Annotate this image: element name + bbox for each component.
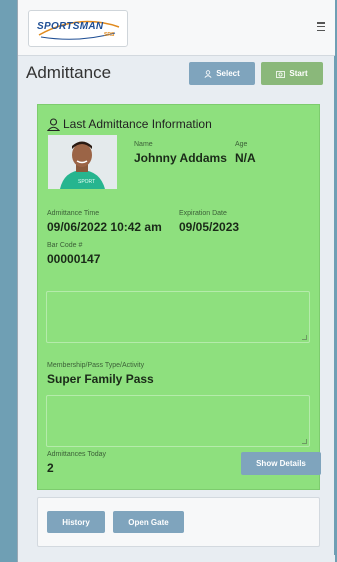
actions-card: History Open Gate	[37, 497, 320, 547]
membership-value: Super Family Pass	[47, 372, 154, 386]
page-title: Admittance	[26, 63, 112, 82]
footer-strip	[18, 555, 335, 562]
expiration-value: 09/05/2023	[179, 220, 240, 234]
logo-sub: SRS	[104, 32, 115, 38]
camera-icon	[276, 70, 286, 78]
barcode-label: Bar Code #	[47, 242, 83, 249]
select-label: Select	[216, 69, 240, 78]
expiration-label: Expiration Date	[179, 210, 227, 217]
admittance-card: Last Admittance Information SPORT Name J…	[37, 104, 321, 490]
resize-handle-icon[interactable]	[302, 335, 307, 340]
card-title-text: Last Admittance Information	[63, 117, 212, 131]
header: SPORTSMAN SRS	[18, 0, 335, 56]
logo-text: SPORTSMAN	[37, 21, 104, 32]
admittance-time-label: Admittance Time	[47, 210, 100, 217]
member-photo: SPORT	[48, 135, 117, 189]
hamburger-icon[interactable]	[317, 22, 325, 31]
pass-notes-textarea[interactable]	[46, 395, 310, 447]
user-icon	[204, 69, 212, 78]
age-label: Age	[235, 141, 248, 148]
start-button[interactable]: Start	[261, 62, 323, 85]
membership-label: Membership/Pass Type/Activity	[47, 362, 145, 369]
today-value: 2	[47, 461, 54, 475]
show-details-button[interactable]: Show Details	[241, 452, 321, 475]
barcode-value: 00000147	[47, 252, 101, 266]
start-label: Start	[289, 69, 308, 78]
notes-textarea[interactable]	[46, 291, 310, 343]
logo[interactable]: SPORTSMAN SRS	[28, 10, 128, 47]
resize-handle-icon[interactable]	[302, 439, 307, 444]
svg-text:SPORT: SPORT	[78, 179, 95, 185]
app-frame: SPORTSMAN SRS Admittance Select Start La…	[17, 0, 335, 562]
select-button[interactable]: Select	[189, 62, 255, 85]
name-label: Name	[134, 141, 153, 148]
admittance-time-value: 09/06/2022 10:42 am	[47, 220, 162, 234]
user-icon	[47, 117, 60, 131]
today-label: Admittances Today	[47, 451, 107, 458]
age-value: N/A	[235, 151, 256, 165]
history-button[interactable]: History	[47, 511, 105, 533]
card-title: Last Admittance Information	[47, 117, 212, 131]
open-gate-button[interactable]: Open Gate	[113, 511, 184, 533]
name-value: Johnny Addams	[134, 151, 227, 165]
